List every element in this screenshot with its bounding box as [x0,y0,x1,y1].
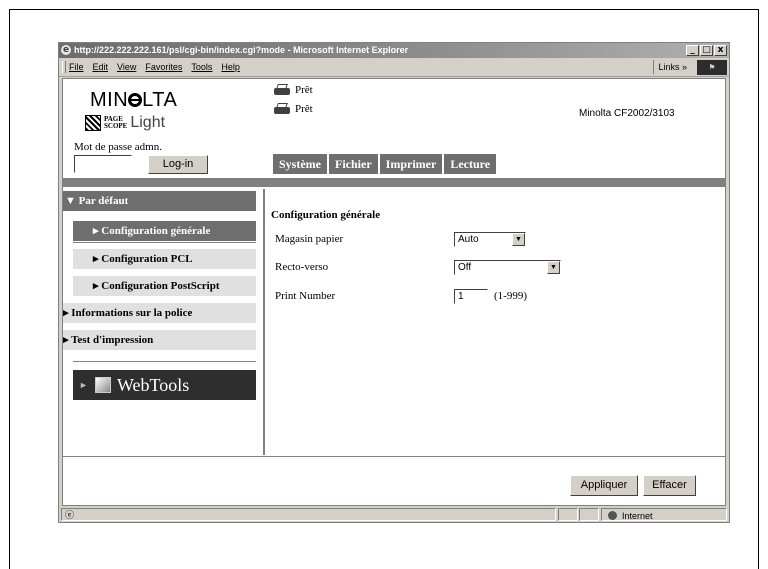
menu-edit[interactable]: Edit [93,59,109,76]
menu-file[interactable]: File [69,59,84,76]
ie-icon: e [61,45,71,55]
printer-icon [273,84,291,96]
maximize-button[interactable]: □ [700,45,713,56]
recto-verso-select[interactable]: Off ▼ [454,260,561,275]
printer-icon [273,103,291,115]
password-label: Mot de passe admn. [74,141,162,153]
sidebar-item-par-defaut[interactable]: ▼ Par défaut [63,191,256,211]
tab-systeme[interactable]: Système [273,154,327,174]
browser-window: e http://222.222.222.161/psl/cgi-bin/ind… [58,42,730,523]
header-divider [63,178,725,187]
status-text: ⓔ [61,508,556,521]
security-zone: Internet [601,508,727,521]
print-number-input[interactable]: 1 [454,289,488,304]
sidebar-item-configuration-postscript[interactable]: ▸ Configuration PostScript [73,276,256,296]
chevron-down-icon: ▼ [547,261,560,274]
windows-logo-icon: ⚑ [697,60,727,75]
page-icon: ⓔ [65,511,75,521]
menu-bar: File Edit View Favorites Tools Help Link… [59,59,729,77]
status-cell [558,508,578,521]
sidebar-separator [73,361,256,362]
chevron-down-icon: ▼ [512,233,525,246]
magasin-papier-select[interactable]: Auto ▼ [454,232,526,247]
main-tabs: Système Fichier Imprimer Lecture [273,154,497,174]
tab-imprimer[interactable]: Imprimer [379,154,443,174]
webtools-icon [95,377,111,393]
sidebar-item-configuration-generale[interactable]: ▸ Configuration générale [73,221,256,241]
apply-button[interactable]: Appliquer [570,475,638,496]
tab-fichier[interactable]: Fichier [329,154,378,174]
page-content: MIN LTA PAGE SCOPE Light Mot de passe admn… [62,78,726,506]
menu-favorites[interactable]: Favorites [145,59,182,76]
webtools-link[interactable]: ► WebTools [73,370,256,400]
menu-grip [62,61,66,73]
menu-view[interactable]: View [117,59,136,76]
clear-button[interactable]: Effacer [643,475,696,496]
window-title: http://222.222.222.161/psl/cgi-bin/index… [74,45,409,55]
title-bar: e http://222.222.222.161/psl/cgi-bin/ind… [59,43,729,58]
print-number-range: (1-999) [494,290,527,302]
globe-icon [608,511,617,520]
pagescope-logo: PAGE SCOPE Light [85,114,165,132]
status-cell [579,508,599,521]
minimize-button[interactable]: _ [686,45,699,56]
print-number-label: Print Number [275,290,336,302]
sidebar-item-informations-police[interactable]: ▸ Informations sur la police [63,303,256,323]
printer-status-1: Prêt [273,84,313,96]
magasin-papier-label: Magasin papier [275,233,344,245]
menu-tools[interactable]: Tools [191,59,212,76]
form-title: Configuration générale [271,209,381,221]
pagescope-icon [85,115,101,131]
recto-verso-label: Recto-verso [275,261,329,273]
device-model: Minolta CF2002/3103 [579,108,675,119]
printer-status-2: Prêt [273,103,313,115]
menu-help[interactable]: Help [221,59,240,76]
links-button[interactable]: Links » [653,60,691,74]
arrow-right-icon: ► [79,380,88,390]
tab-lecture[interactable]: Lecture [444,154,497,174]
sidebar-divider [263,189,265,455]
password-input[interactable] [74,155,132,173]
sidebar-item-configuration-pcl[interactable]: ▸ Configuration PCL [73,249,256,269]
minolta-logo: MIN LTA [90,89,178,111]
close-button[interactable]: x [714,45,727,56]
sidebar: ▼ Par défaut ▸ Configuration générale ▸ … [63,187,263,455]
status-bar: ⓔ Internet [59,508,729,522]
footer-divider [63,456,725,457]
login-button[interactable]: Log-in [148,155,208,174]
sidebar-item-test-impression[interactable]: ▸ Test d'impression [63,330,256,350]
sidebar-separator [73,242,256,243]
